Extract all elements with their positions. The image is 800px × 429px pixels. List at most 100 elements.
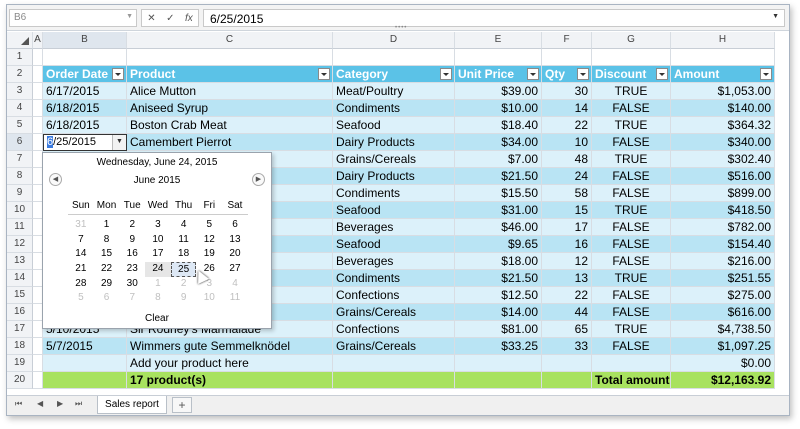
- row-header[interactable]: 2: [7, 66, 33, 83]
- table-cell[interactable]: TRUE: [592, 83, 671, 100]
- table-cell[interactable]: Camembert Pierrot: [127, 134, 333, 151]
- table-cell[interactable]: 65: [542, 321, 592, 338]
- calendar-day[interactable]: 23: [119, 262, 145, 277]
- calendar-day[interactable]: 21: [68, 262, 94, 277]
- date-dropdown-icon[interactable]: ▼: [112, 135, 126, 150]
- table-cell[interactable]: $12.50: [455, 287, 542, 304]
- table-cell[interactable]: $340.00: [671, 134, 775, 151]
- grid-cell[interactable]: [542, 49, 592, 66]
- table-cell[interactable]: $18.00: [455, 253, 542, 270]
- row-header[interactable]: 9: [7, 185, 33, 202]
- cell-editor[interactable]: 6/25/2015 ▼: [43, 134, 127, 151]
- table-cell[interactable]: Seafood: [333, 202, 455, 219]
- formula-input[interactable]: 6/25/2015 ▼: [203, 9, 785, 27]
- table-cell[interactable]: $21.50: [455, 168, 542, 185]
- grid-cell[interactable]: [33, 372, 43, 389]
- row-header[interactable]: 10: [7, 202, 33, 219]
- first-sheet-icon[interactable]: ⏮: [15, 399, 22, 409]
- calendar-day[interactable]: 4: [222, 277, 248, 292]
- row-header[interactable]: 17: [7, 321, 33, 338]
- table-cell[interactable]: $782.00: [671, 219, 775, 236]
- add-sheet-button[interactable]: +: [172, 397, 192, 413]
- grid-cell[interactable]: [33, 117, 43, 134]
- row-header[interactable]: 20: [7, 372, 33, 389]
- table-cell[interactable]: $154.40: [671, 236, 775, 253]
- filter-dropdown-icon[interactable]: [527, 68, 539, 80]
- grid-cell[interactable]: [455, 49, 542, 66]
- select-all-corner[interactable]: [7, 32, 33, 49]
- table-cell[interactable]: $0.00: [671, 355, 775, 372]
- grid-cell[interactable]: [127, 49, 333, 66]
- table-cell[interactable]: Confections: [333, 287, 455, 304]
- table-cell[interactable]: $275.00: [671, 287, 775, 304]
- table-cell[interactable]: TRUE: [592, 321, 671, 338]
- calendar-day[interactable]: 30: [119, 277, 145, 292]
- last-sheet-icon[interactable]: ⏭: [75, 399, 82, 409]
- row-header[interactable]: 8: [7, 168, 33, 185]
- calendar-day[interactable]: 10: [196, 291, 222, 306]
- calendar-day[interactable]: 2: [119, 218, 145, 233]
- row-header[interactable]: 14: [7, 270, 33, 287]
- table-cell[interactable]: $4,738.50: [671, 321, 775, 338]
- insert-function-icon[interactable]: fx: [185, 13, 193, 24]
- grid-cell[interactable]: [33, 355, 43, 372]
- table-cell[interactable]: $10.00: [455, 100, 542, 117]
- next-sheet-icon[interactable]: ▶: [57, 399, 63, 408]
- column-header-b[interactable]: B: [43, 32, 127, 49]
- row-header[interactable]: 6: [7, 134, 33, 151]
- table-cell[interactable]: Meat/Poultry: [333, 83, 455, 100]
- calendar-day[interactable]: 17: [145, 247, 171, 262]
- table-cell[interactable]: TRUE: [592, 117, 671, 134]
- enter-icon[interactable]: ✓: [166, 13, 174, 24]
- table-cell[interactable]: 10: [542, 134, 592, 151]
- filter-dropdown-icon[interactable]: [577, 68, 589, 80]
- table-cell[interactable]: Seafood: [333, 117, 455, 134]
- table-cell[interactable]: FALSE: [592, 253, 671, 270]
- table-cell[interactable]: $364.32: [671, 117, 775, 134]
- calendar-day-selected[interactable]: 25: [170, 262, 197, 277]
- calendar-day[interactable]: 5: [68, 291, 94, 306]
- table-cell[interactable]: $140.00: [671, 100, 775, 117]
- row-header[interactable]: 15: [7, 287, 33, 304]
- table-cell[interactable]: 22: [542, 117, 592, 134]
- calendar-day[interactable]: 1: [145, 277, 171, 292]
- table-cell[interactable]: $899.00: [671, 185, 775, 202]
- calendar-day[interactable]: 16: [119, 247, 145, 262]
- calendar-day[interactable]: 10: [145, 233, 171, 248]
- column-header-cell[interactable]: Discount: [592, 66, 671, 83]
- table-cell[interactable]: $251.55: [671, 270, 775, 287]
- total-amount[interactable]: $12,163.92: [671, 372, 775, 389]
- calendar-day[interactable]: 4: [171, 218, 197, 233]
- table-cell[interactable]: $14.00: [455, 304, 542, 321]
- row-header[interactable]: 19: [7, 355, 33, 372]
- table-cell[interactable]: FALSE: [592, 185, 671, 202]
- table-cell[interactable]: FALSE: [592, 338, 671, 355]
- table-cell[interactable]: $21.50: [455, 270, 542, 287]
- cancel-icon[interactable]: ✕: [147, 13, 155, 24]
- row-header[interactable]: 3: [7, 83, 33, 100]
- table-cell[interactable]: FALSE: [592, 100, 671, 117]
- column-header-cell[interactable]: Product: [127, 66, 333, 83]
- row-header[interactable]: 16: [7, 304, 33, 321]
- calendar-day[interactable]: 22: [94, 262, 120, 277]
- column-header-cell[interactable]: Category: [333, 66, 455, 83]
- calendar-day[interactable]: 20: [222, 247, 248, 262]
- table-cell[interactable]: 5/7/2015: [43, 338, 127, 355]
- table-cell[interactable]: Seafood: [333, 236, 455, 253]
- calendar-day[interactable]: 31: [68, 218, 94, 233]
- clear-button[interactable]: Clear: [43, 313, 271, 324]
- table-cell[interactable]: 15: [542, 202, 592, 219]
- calendar-day[interactable]: 12: [196, 233, 222, 248]
- table-cell[interactable]: 44: [542, 304, 592, 321]
- table-cell[interactable]: $7.00: [455, 151, 542, 168]
- total-count[interactable]: 17 product(s): [127, 372, 333, 389]
- table-cell[interactable]: TRUE: [592, 270, 671, 287]
- table-cell[interactable]: Aniseed Syrup: [127, 100, 333, 117]
- row-header[interactable]: 4: [7, 100, 33, 117]
- table-cell[interactable]: 6/18/2015: [43, 117, 127, 134]
- table-cell[interactable]: FALSE: [592, 287, 671, 304]
- column-header-g[interactable]: G: [592, 32, 671, 49]
- table-cell[interactable]: TRUE: [592, 151, 671, 168]
- resize-grip-icon[interactable]: ••••: [395, 25, 407, 31]
- calendar-day[interactable]: 6: [94, 291, 120, 306]
